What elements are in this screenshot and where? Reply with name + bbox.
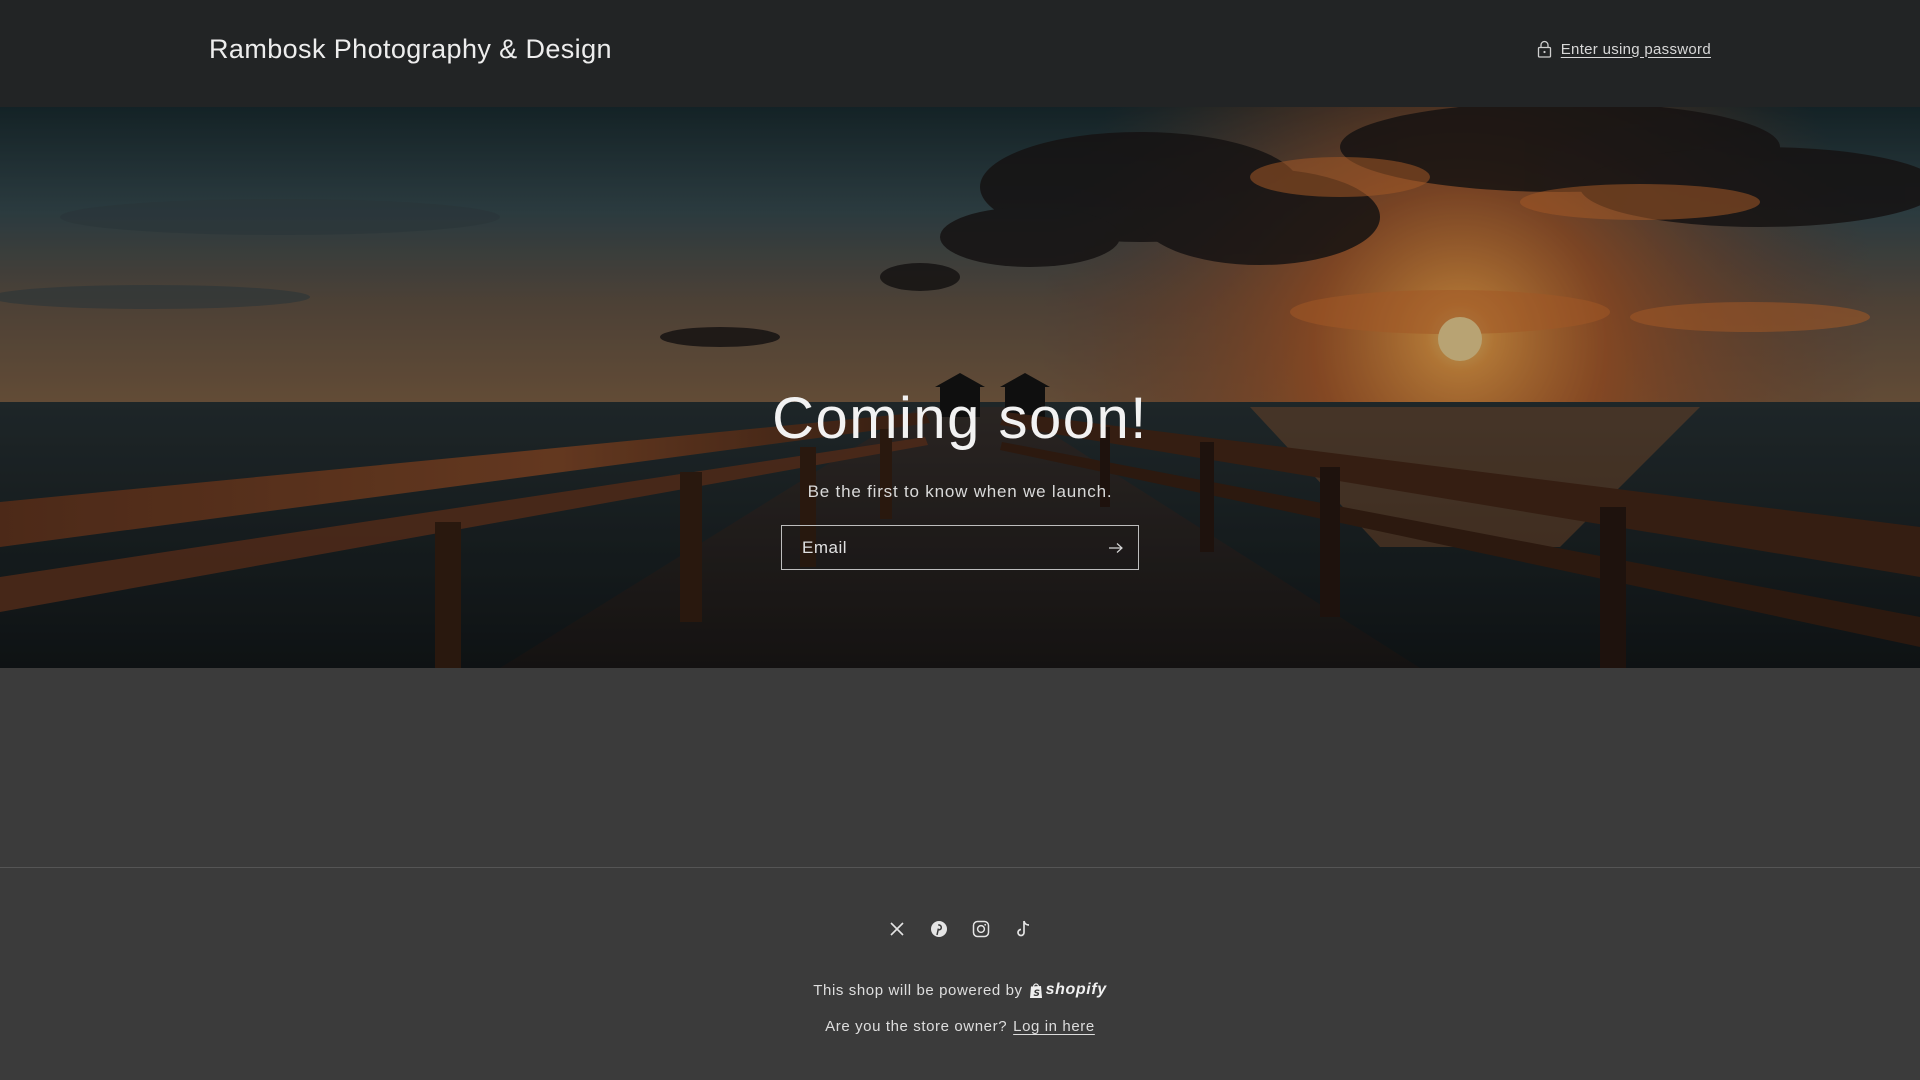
powered-by: This shop will be powered by S shopify xyxy=(0,981,1920,999)
site-header: Rambosk Photography & Design Enter using… xyxy=(0,0,1920,107)
hero-content: Coming soon! Be the first to know when w… xyxy=(0,390,1920,570)
instagram-link[interactable] xyxy=(970,915,992,943)
powered-by-text: This shop will be powered by xyxy=(813,981,1023,999)
enter-password-label: Enter using password xyxy=(1560,40,1711,58)
hero-subheading: Be the first to know when we launch. xyxy=(807,482,1113,501)
shopify-bag-icon: S xyxy=(1029,982,1042,999)
social-links xyxy=(0,915,1920,943)
hero-heading: Coming soon! xyxy=(772,386,1148,451)
arrow-right-icon xyxy=(1109,542,1123,553)
hero-banner: Coming soon! Be the first to know when w… xyxy=(0,107,1920,668)
email-submit-button[interactable] xyxy=(1094,526,1138,570)
enter-password-link[interactable]: Enter using password xyxy=(1537,40,1711,58)
store-owner-line: Are you the store owner? Log in here xyxy=(0,1018,1920,1035)
pinterest-link[interactable] xyxy=(928,915,950,943)
svg-text:S: S xyxy=(1033,989,1040,999)
owner-question: Are you the store owner? xyxy=(825,1018,1008,1035)
store-title[interactable]: Rambosk Photography & Design xyxy=(209,34,612,65)
x-twitter-link[interactable] xyxy=(886,915,908,943)
tiktok-link[interactable] xyxy=(1012,915,1034,943)
email-input[interactable] xyxy=(782,536,1094,559)
login-link[interactable]: Log in here xyxy=(1013,1018,1095,1035)
shopify-wordmark: shopify xyxy=(1045,981,1107,998)
footer-divider xyxy=(0,867,1920,868)
shopify-logo-link[interactable]: S shopify xyxy=(1029,981,1107,999)
pinterest-icon xyxy=(931,921,947,937)
email-signup-form xyxy=(781,525,1139,570)
x-twitter-icon xyxy=(890,922,904,936)
lock-icon xyxy=(1537,40,1551,58)
tiktok-icon xyxy=(1017,920,1030,937)
instagram-icon xyxy=(972,920,990,938)
